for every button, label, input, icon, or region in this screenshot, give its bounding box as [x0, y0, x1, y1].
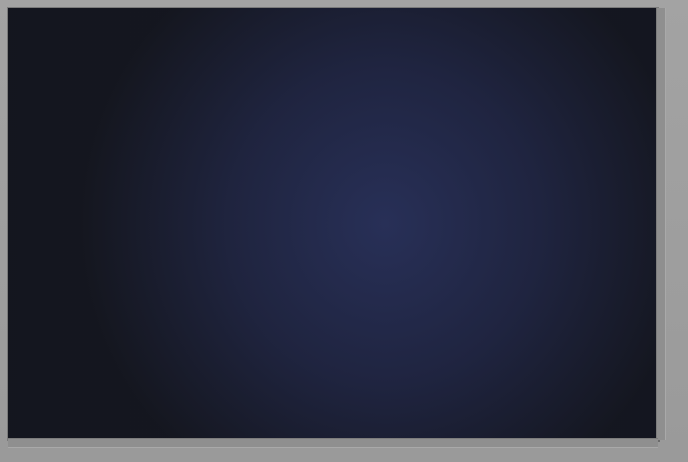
painting-app-window [0, 0, 688, 462]
horizontal-scrollbar[interactable] [8, 438, 658, 448]
painting-canvas[interactable] [8, 8, 658, 440]
canvas-background [8, 8, 658, 440]
vertical-scrollbar[interactable] [656, 8, 666, 440]
